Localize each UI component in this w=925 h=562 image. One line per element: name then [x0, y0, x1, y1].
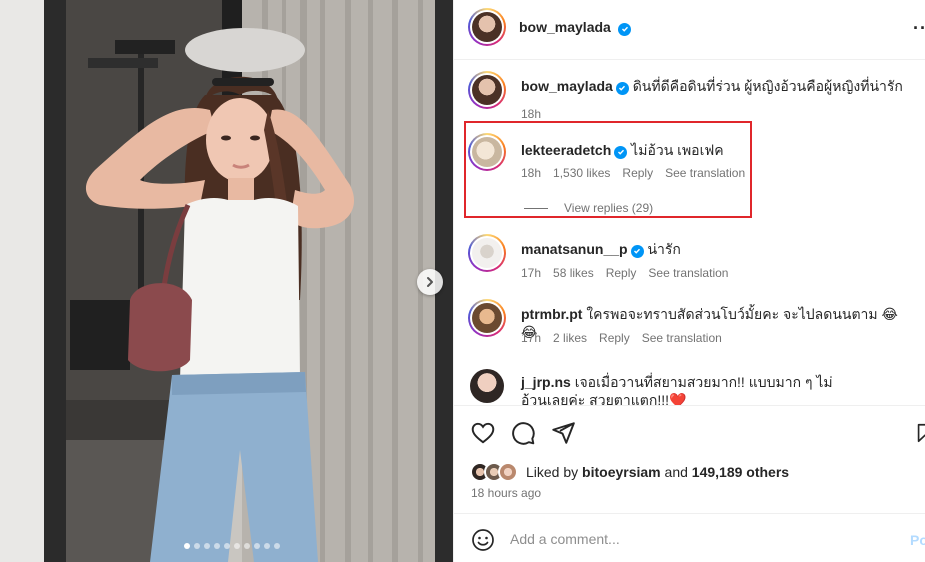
share-icon[interactable]: [550, 420, 576, 446]
verified-icon: [618, 22, 632, 36]
commenter-avatar[interactable]: [468, 234, 506, 272]
verified-icon: [615, 81, 629, 95]
liked-by-and: and: [664, 464, 688, 480]
carousel-dot[interactable]: [194, 543, 200, 549]
comment-text: ไม่อ้วน เพอเฟค: [631, 142, 724, 158]
carousel-dots: [184, 543, 280, 549]
verified-icon: [614, 145, 628, 159]
commenter-username[interactable]: j_jrp.ns: [521, 374, 571, 390]
comment-likes[interactable]: 2 likes: [553, 331, 587, 345]
liked-by-user[interactable]: bitoeyrsiam: [582, 464, 661, 480]
carousel-dot[interactable]: [184, 543, 190, 549]
caption-avatar[interactable]: [468, 71, 506, 109]
carousel-dot[interactable]: [274, 543, 280, 549]
commenter-username[interactable]: ptrmbr.pt: [521, 306, 582, 322]
commenter-username[interactable]: manatsanun__p: [521, 241, 628, 257]
carousel-dot[interactable]: [254, 543, 260, 549]
comment-likes[interactable]: 1,530 likes: [553, 166, 610, 180]
next-arrow-icon: [427, 277, 433, 287]
comment-input[interactable]: [510, 528, 890, 550]
commenter-avatar[interactable]: [470, 369, 504, 403]
post-media[interactable]: [0, 0, 453, 562]
comment-time: 18h: [521, 166, 542, 180]
post-time: 18 hours ago: [471, 486, 542, 500]
liked-by-row[interactable]: Liked by bitoeyrsiam and 149,189 others: [470, 462, 789, 482]
carousel-dot[interactable]: [204, 543, 210, 549]
verified-icon: [630, 244, 644, 258]
caption-text: ดินที่ดีคือดินที่ร่วน ผู้หญิงอ้วนคือผู้ห…: [632, 78, 903, 94]
liked-by-prefix: Liked by: [526, 464, 579, 480]
post-side-panel: bow_maylada ··· bow_maylada ดินที่ดีคือด…: [453, 0, 925, 562]
post-comment-button[interactable]: Po: [910, 532, 925, 548]
comment-icon[interactable]: [510, 420, 536, 446]
view-replies-line: [524, 207, 548, 209]
reply-button[interactable]: Reply: [606, 266, 637, 280]
next-photo-button[interactable]: [417, 269, 443, 295]
caption-time: 18h: [521, 107, 542, 121]
more-options-icon[interactable]: ···: [913, 18, 925, 39]
emoji-icon[interactable]: [471, 528, 495, 552]
carousel-dot[interactable]: [244, 543, 250, 549]
commenter-avatar[interactable]: [468, 299, 506, 337]
liker-avatar: [498, 462, 518, 482]
see-translation-link[interactable]: See translation: [648, 266, 728, 280]
carousel-dot[interactable]: [214, 543, 220, 549]
liked-avatars: [470, 462, 522, 482]
comment-likes[interactable]: 58 likes: [553, 266, 594, 280]
reply-button[interactable]: Reply: [599, 331, 630, 345]
carousel-dot[interactable]: [224, 543, 230, 549]
carousel-dot[interactable]: [264, 543, 270, 549]
commenter-username[interactable]: lekteeradetch: [521, 142, 611, 158]
see-translation-link[interactable]: See translation: [665, 166, 745, 180]
post-header: bow_maylada ···: [454, 0, 925, 60]
caption-username[interactable]: bow_maylada: [521, 78, 613, 94]
liked-by-others[interactable]: 149,189 others: [692, 464, 789, 480]
reply-button[interactable]: Reply: [622, 166, 653, 180]
comment-time: 17h: [521, 331, 542, 345]
author-avatar[interactable]: [468, 8, 506, 46]
comment-time: 17h: [521, 266, 542, 280]
view-replies-button[interactable]: View replies (29): [524, 201, 653, 215]
carousel-dot[interactable]: [234, 543, 240, 549]
post-photo: [0, 0, 453, 562]
commenter-avatar[interactable]: [468, 133, 506, 171]
heart-icon[interactable]: [470, 420, 496, 446]
post-actions: Liked by bitoeyrsiam and 149,189 others …: [454, 405, 925, 513]
see-translation-link[interactable]: See translation: [642, 331, 722, 345]
bookmark-icon[interactable]: [914, 420, 925, 446]
comment-text: น่ารัก: [647, 241, 681, 257]
author-username[interactable]: bow_maylada: [519, 19, 611, 35]
view-replies-label: View replies (29): [564, 201, 654, 215]
add-comment-bar: Po: [454, 513, 925, 562]
comments-list[interactable]: bow_maylada ดินที่ดีคือดินที่ร่วน ผู้หญิ…: [454, 61, 925, 405]
